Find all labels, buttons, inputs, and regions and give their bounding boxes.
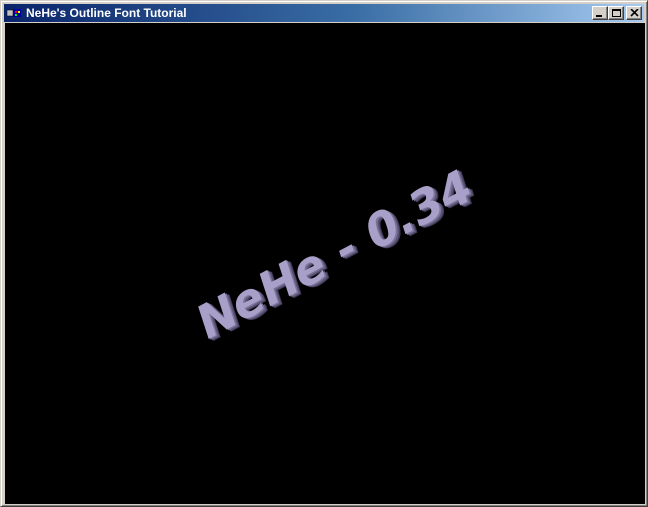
- scene-text: NeHe - 0.34: [192, 157, 477, 351]
- opengl-viewport[interactable]: NeHe - 0.34 NeHe - 0.34 NeHe - 0.34 NeHe…: [5, 23, 645, 504]
- title-bar[interactable]: NeHe's Outline Font Tutorial: [4, 4, 644, 22]
- close-button[interactable]: [626, 6, 642, 20]
- maximize-button[interactable]: [608, 6, 624, 20]
- close-icon: [630, 9, 639, 17]
- title-buttons: [592, 6, 642, 20]
- maximize-icon: [612, 9, 621, 17]
- window-title: NeHe's Outline Font Tutorial: [26, 6, 187, 20]
- minimize-icon: [596, 15, 602, 17]
- app-window: NeHe's Outline Font Tutorial NeHe - 0.34…: [0, 0, 648, 507]
- minimize-button[interactable]: [592, 6, 608, 20]
- rendered-scene: NeHe - 0.34 NeHe - 0.34 NeHe - 0.34 NeHe…: [192, 157, 482, 353]
- app-icon[interactable]: [6, 6, 22, 20]
